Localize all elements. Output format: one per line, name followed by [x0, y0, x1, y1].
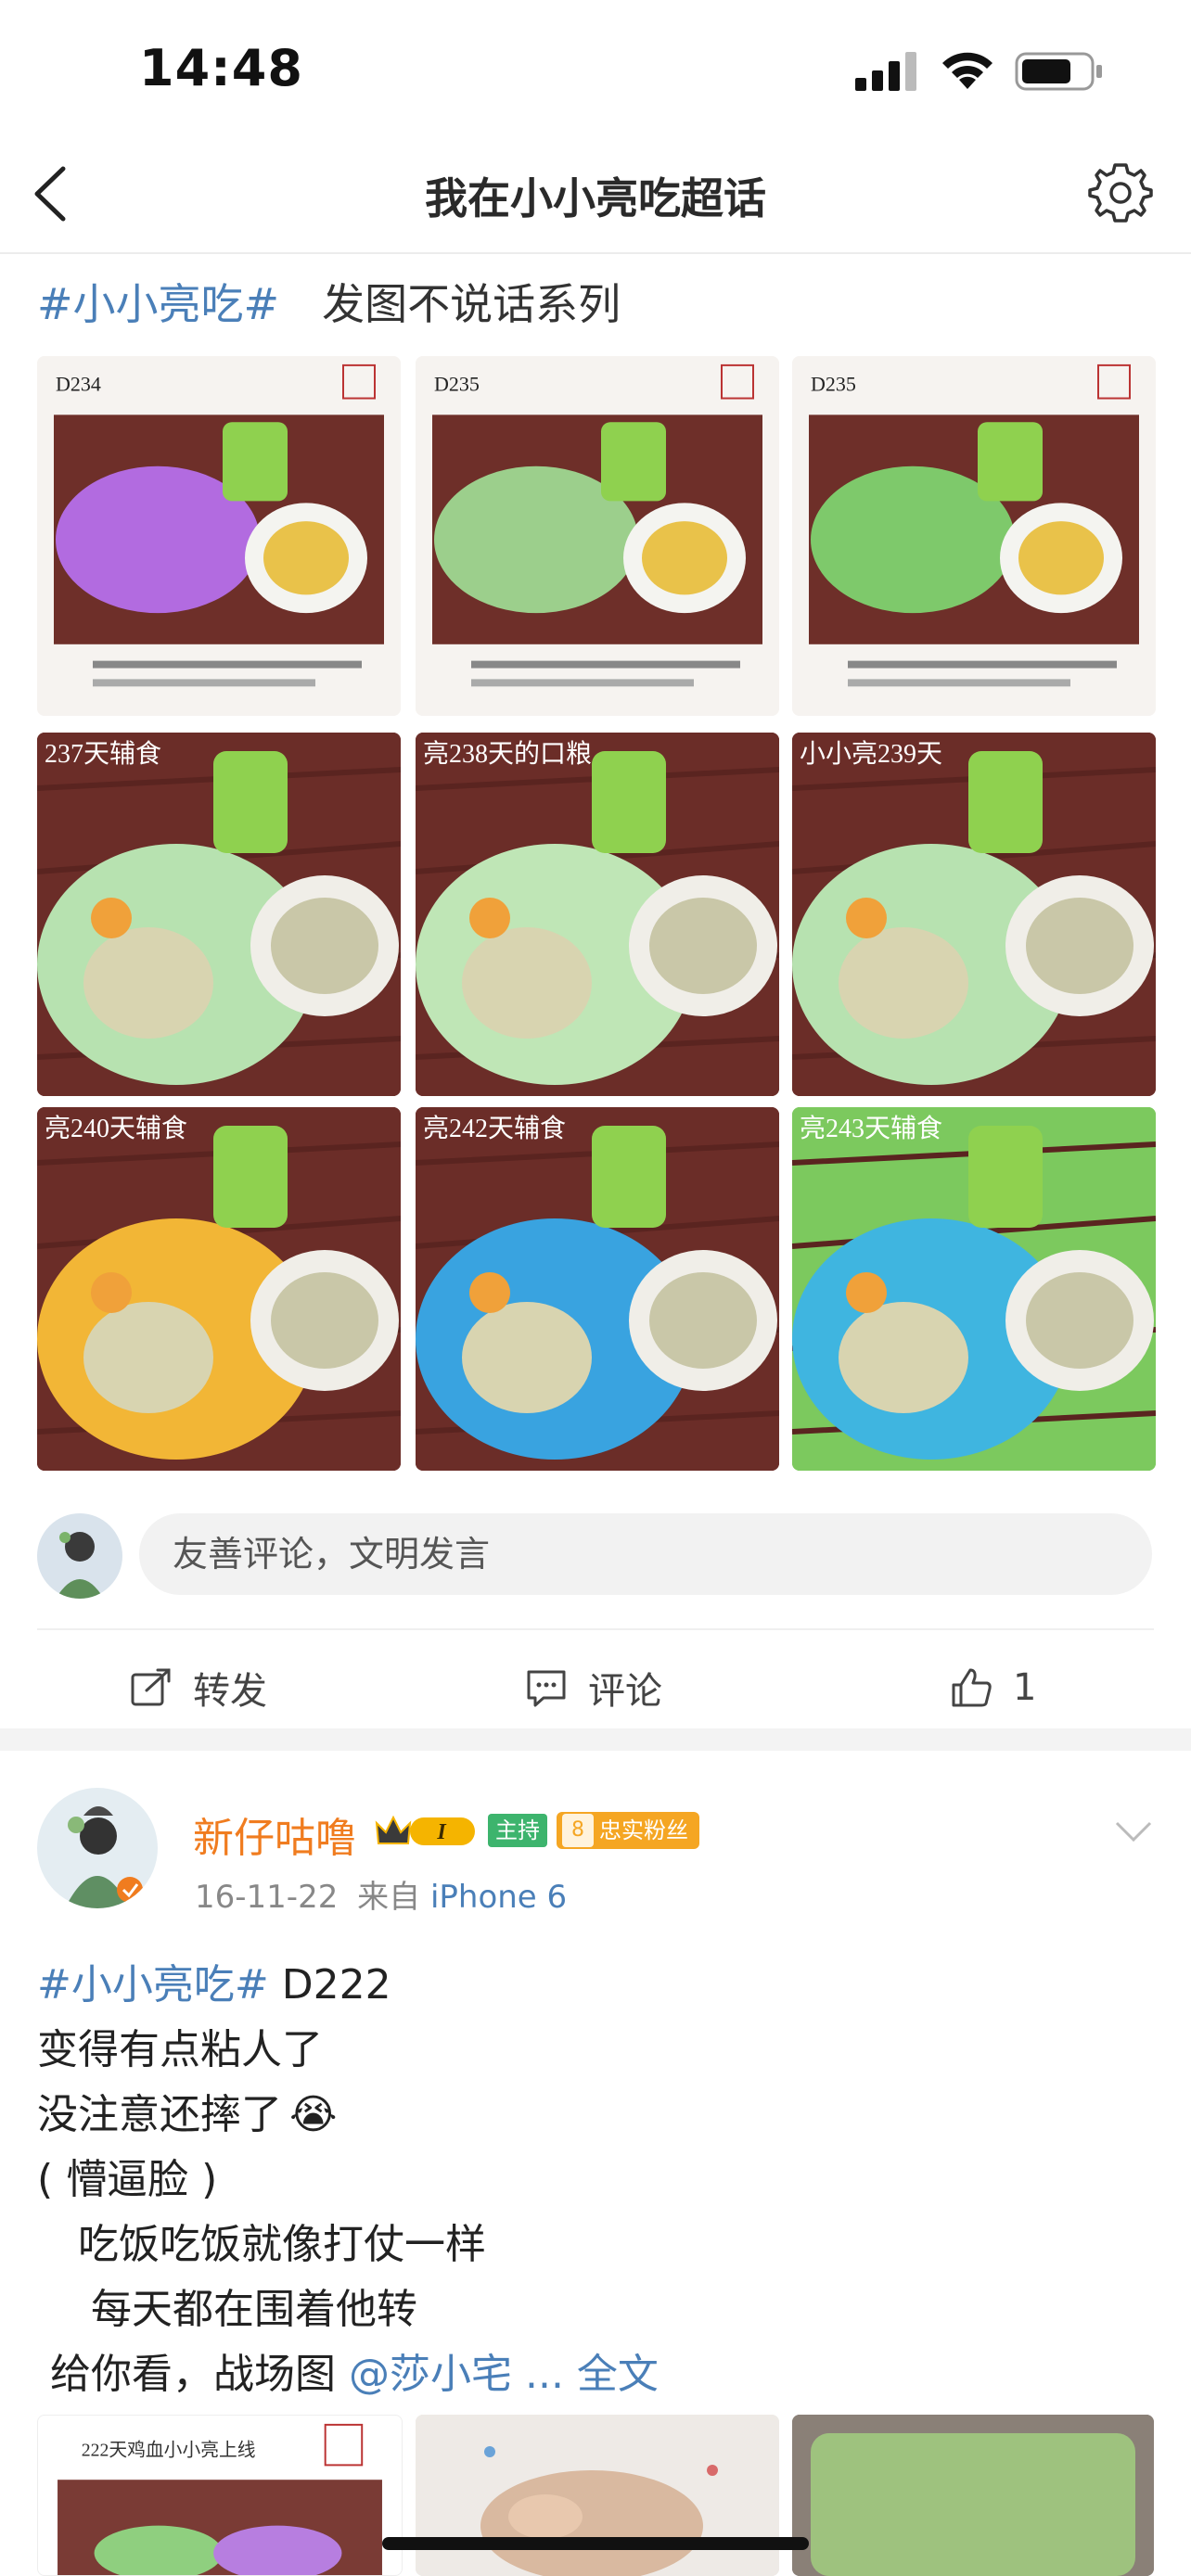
battery-icon — [1015, 52, 1102, 91]
username[interactable]: 新仔咕噜 — [193, 1804, 356, 1864]
post-body: 发图不说话系列 — [279, 279, 621, 329]
image-caption: 亮238天的口粮 — [423, 739, 592, 769]
image-caption: D235 — [811, 374, 856, 396]
post-line: ( 懵逼脸 ) — [37, 2156, 218, 2203]
avatar[interactable] — [37, 1513, 122, 1599]
comment-button[interactable]: 评论 — [525, 1651, 662, 1725]
page-title: 我在小小亮吃超话 — [425, 173, 766, 223]
post-line-text: 没注意还摔了 — [37, 2091, 282, 2138]
svg-text:I: I — [436, 1820, 447, 1844]
image-caption: D234 — [56, 374, 101, 396]
post-image[interactable]: D235 — [792, 356, 1156, 716]
post-image[interactable]: 亮242天辅食 — [416, 1107, 779, 1471]
post-line: 变得有点粘人了 — [37, 2026, 323, 2073]
crown-level-badge: I — [375, 1815, 475, 1845]
post-image[interactable]: D235 — [416, 356, 779, 716]
post-line: 没注意还摔了 😭 — [37, 2081, 337, 2140]
read-more-link[interactable]: ... 全文 — [512, 2351, 659, 2398]
post-date: 16-11-22 — [195, 1879, 339, 1916]
post-text: #小小亮吃# 发图不说话系列 — [37, 271, 621, 332]
post-line-text: D222 — [268, 1961, 391, 2009]
post-image[interactable]: 亮238天的口粮 — [416, 733, 779, 1096]
nav-bar: 我在小小亮吃超话 — [0, 139, 1191, 254]
comment-icon — [527, 1670, 566, 1707]
crying-emoji-icon: 😭 — [289, 2091, 338, 2138]
image-caption: D235 — [434, 374, 480, 396]
like-button[interactable]: 1 — [950, 1651, 1036, 1725]
post-image[interactable]: 亮243天辅食 — [792, 1107, 1156, 1471]
host-badge: 主持 — [488, 1814, 547, 1847]
thumbs-up-icon — [952, 1668, 992, 1707]
section-gap — [0, 1728, 1191, 1751]
image-caption: 亮240天辅食 — [45, 1114, 187, 1143]
topic-link[interactable]: #小小亮吃# — [37, 279, 279, 329]
image-caption: 亮242天辅食 — [423, 1114, 566, 1143]
post-image[interactable] — [792, 2415, 1154, 2576]
image-caption: 小小亮239天 — [800, 739, 942, 769]
home-indicator — [382, 2537, 809, 2550]
post-image[interactable]: 小小亮239天 — [792, 733, 1156, 1096]
fan-badge-label: 忠实粉丝 — [599, 1817, 688, 1843]
mention-link[interactable]: @莎小宅 — [349, 2351, 512, 2398]
comment-input[interactable]: 友善评论，文明发言 — [139, 1513, 1152, 1595]
fan-badge: 8 忠实粉丝 — [557, 1812, 699, 1849]
topic-link[interactable]: #小小亮吃# — [37, 1961, 269, 2009]
wifi-icon — [942, 52, 992, 89]
post-line: 给你看，战场图 @莎小宅 ... 全文 — [37, 2340, 659, 2400]
divider — [37, 1628, 1154, 1630]
gear-icon[interactable] — [1087, 159, 1154, 226]
post-line: 吃饭吃饭就像打仗一样 — [37, 2221, 486, 2268]
post-image[interactable]: 222天鸡血小小亮上线 — [37, 2415, 403, 2576]
image-caption: 亮243天辅食 — [800, 1114, 942, 1143]
post-line: #小小亮吃# D222 — [37, 1951, 391, 2010]
post-image[interactable] — [416, 2415, 779, 2576]
repost-button[interactable]: 转发 — [130, 1651, 267, 1725]
like-count: 1 — [1013, 1666, 1037, 1709]
repost-label: 转发 — [193, 1670, 267, 1713]
post-line: 每天都在围着他转 — [37, 2286, 417, 2333]
source-link[interactable]: iPhone 6 — [430, 1879, 567, 1916]
post-image[interactable]: D234 — [37, 356, 401, 716]
fan-level: 8 — [562, 1814, 594, 1847]
source-prefix: 来自 — [357, 1879, 421, 1916]
post-image[interactable]: 237天辅食 — [37, 733, 401, 1096]
chevron-down-icon[interactable] — [1113, 1817, 1154, 1845]
share-icon — [131, 1668, 171, 1706]
comment-label: 评论 — [588, 1670, 662, 1713]
svg-text:222天鸡血小小亮上线: 222天鸡血小小亮上线 — [82, 2440, 256, 2460]
post-line-text: 给你看，战场图 — [37, 2351, 349, 2398]
user-avatar[interactable] — [37, 1788, 158, 1908]
status-time: 14:48 — [139, 39, 303, 97]
post-meta: 16-11-22 来自 iPhone 6 — [195, 1871, 567, 1917]
image-caption: 237天辅食 — [45, 739, 161, 769]
post-image[interactable]: 亮240天辅食 — [37, 1107, 401, 1471]
cellular-signal-icon — [855, 52, 916, 91]
